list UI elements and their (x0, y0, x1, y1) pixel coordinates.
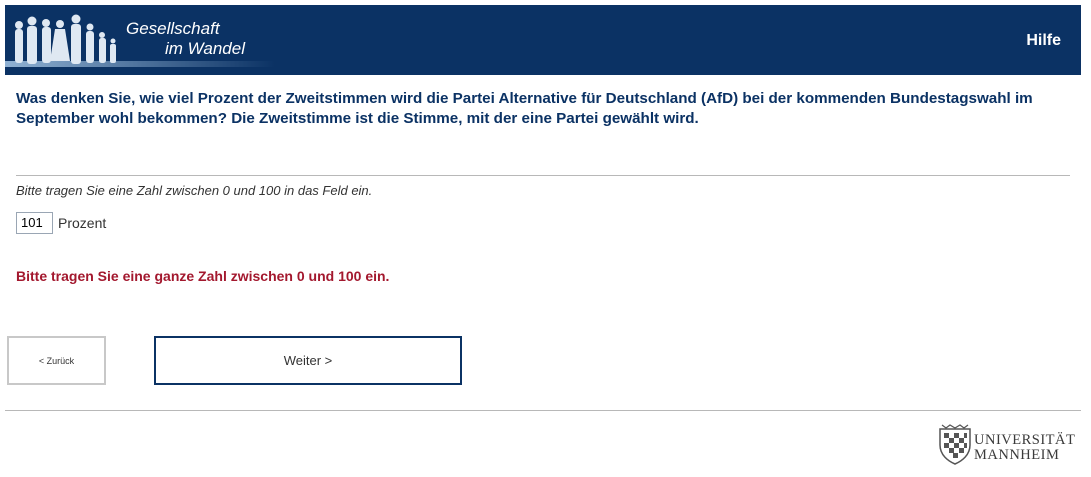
divider (16, 175, 1070, 176)
answer-row: Prozent (16, 211, 106, 234)
university-name-line2: MANNHEIM (974, 447, 1060, 463)
question-text: Was denken Sie, wie viel Prozent der Zwe… (16, 90, 1033, 127)
gesellschaft-im-wandel-logo: Gesellschaft im Wandel (5, 5, 275, 75)
unit-label: Prozent (58, 214, 107, 231)
header-bar: Gesellschaft im Wandel Hilfe (5, 5, 1081, 75)
back-button[interactable]: < Zurück (7, 336, 106, 385)
input-instruction: Bitte tragen Sie eine Zahl zwischen 0 un… (16, 183, 373, 198)
help-link[interactable]: Hilfe (1026, 32, 1061, 50)
logo-title-line1: Gesellschaft (126, 19, 220, 38)
university-logo: UNIVERSITÄT MANNHEIM (936, 423, 1086, 467)
validation-error: Bitte tragen Sie eine ganze Zahl zwische… (16, 268, 390, 284)
next-button[interactable]: Weiter > (154, 336, 462, 385)
logo-title-line2: im Wandel (165, 39, 245, 58)
university-crest-icon (939, 424, 971, 465)
percent-input[interactable] (16, 211, 53, 234)
survey-page: Gesellschaft im Wandel Hilfe Was denken … (0, 0, 1091, 477)
footer-divider (5, 410, 1081, 411)
